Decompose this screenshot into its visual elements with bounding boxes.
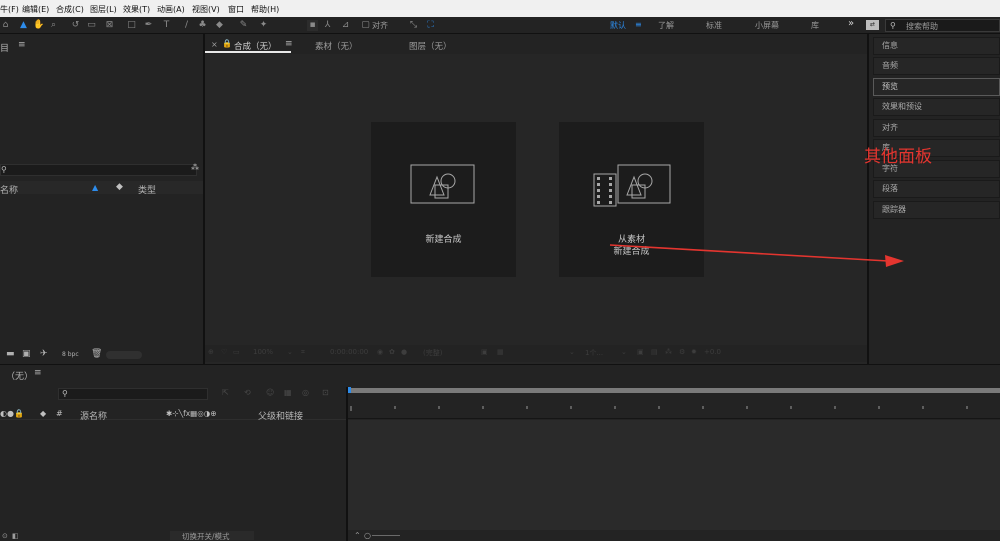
annotation-overlay [609, 244, 904, 267]
annotation-arrow-line [609, 244, 889, 262]
annotation-arrow-head [885, 255, 904, 267]
annotation-label: 其他面板 [864, 147, 932, 167]
